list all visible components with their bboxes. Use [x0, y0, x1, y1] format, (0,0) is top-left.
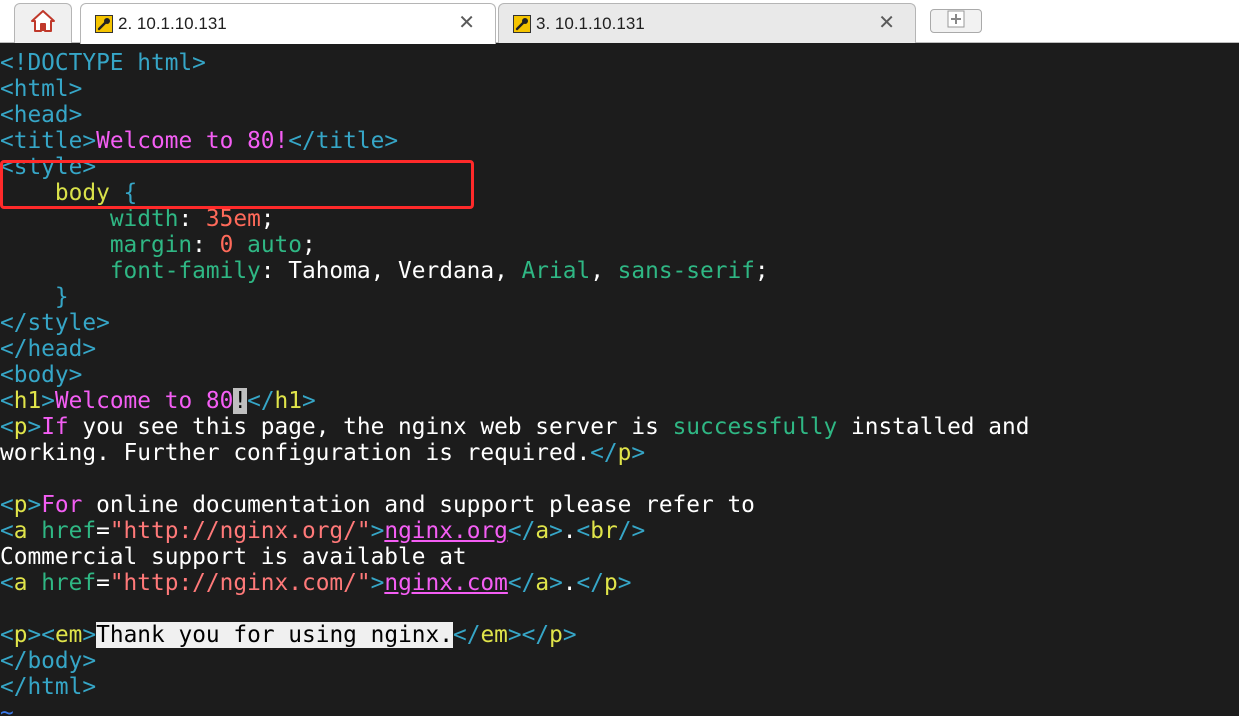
close-icon[interactable]: ✕ [878, 12, 895, 34]
code-line: <a href="http://nginx.org/">nginx.org</a… [0, 518, 646, 544]
code-line: <p>For online documentation and support … [0, 492, 755, 518]
code-line: <html> [0, 76, 83, 102]
wrench-icon [513, 14, 531, 33]
code-line: </style> [0, 310, 110, 336]
tab-session-3[interactable]: 3. 10.1.10.131 ✕ [498, 3, 916, 43]
code-line: <head> [0, 102, 83, 128]
code-line: </body> [0, 648, 97, 674]
code-line: ~ [0, 700, 14, 716]
code-line: <p>If you see this page, the nginx web s… [0, 414, 1030, 440]
code-line: <a href="http://nginx.com/">nginx.com</a… [0, 570, 632, 596]
tab-title: 2. 10.1.10.131 [118, 14, 227, 33]
new-tab-button[interactable] [930, 9, 982, 33]
tab-title: 3. 10.1.10.131 [536, 13, 645, 33]
code-line: } [54, 284, 69, 310]
code-line: Commercial support is available at [0, 544, 467, 570]
code-line: <h1>Welcome to 80!</h1> [0, 388, 316, 414]
tab-session-2[interactable]: 2. 10.1.10.131 ✕ [80, 3, 496, 44]
tab-bar: 2. 10.1.10.131 ✕ 3. 10.1.10.131 ✕ [0, 0, 1239, 44]
code-line: working. Further configuration is requir… [0, 440, 646, 466]
vim-buffer[interactable]: <!DOCTYPE html> <html> <head> <title>Welcom… [0, 50, 1029, 716]
code-line: </html> [0, 674, 97, 700]
code-line: margin: 0 auto; [109, 232, 316, 258]
code-line: font-family: Tahoma, Verdana, Arial, san… [109, 258, 769, 284]
plus-icon [946, 10, 966, 33]
terminal-view[interactable]: <!DOCTYPE html> <html> <head> <title>Welcom… [0, 43, 1239, 716]
home-icon [30, 9, 56, 38]
code-line: <title>Welcome to 80!</title> [0, 128, 399, 154]
code-line: width: 35em; [109, 206, 275, 232]
code-line: <body> [0, 362, 83, 388]
code-line: <p><em>Thank you for using nginx.</em></… [0, 622, 577, 648]
highlight-box [0, 160, 474, 209]
code-line: </head> [0, 336, 97, 362]
home-tab[interactable] [14, 3, 72, 43]
close-icon[interactable]: ✕ [458, 12, 475, 34]
wrench-icon [95, 15, 113, 33]
code-line: <!DOCTYPE html> [0, 50, 206, 76]
